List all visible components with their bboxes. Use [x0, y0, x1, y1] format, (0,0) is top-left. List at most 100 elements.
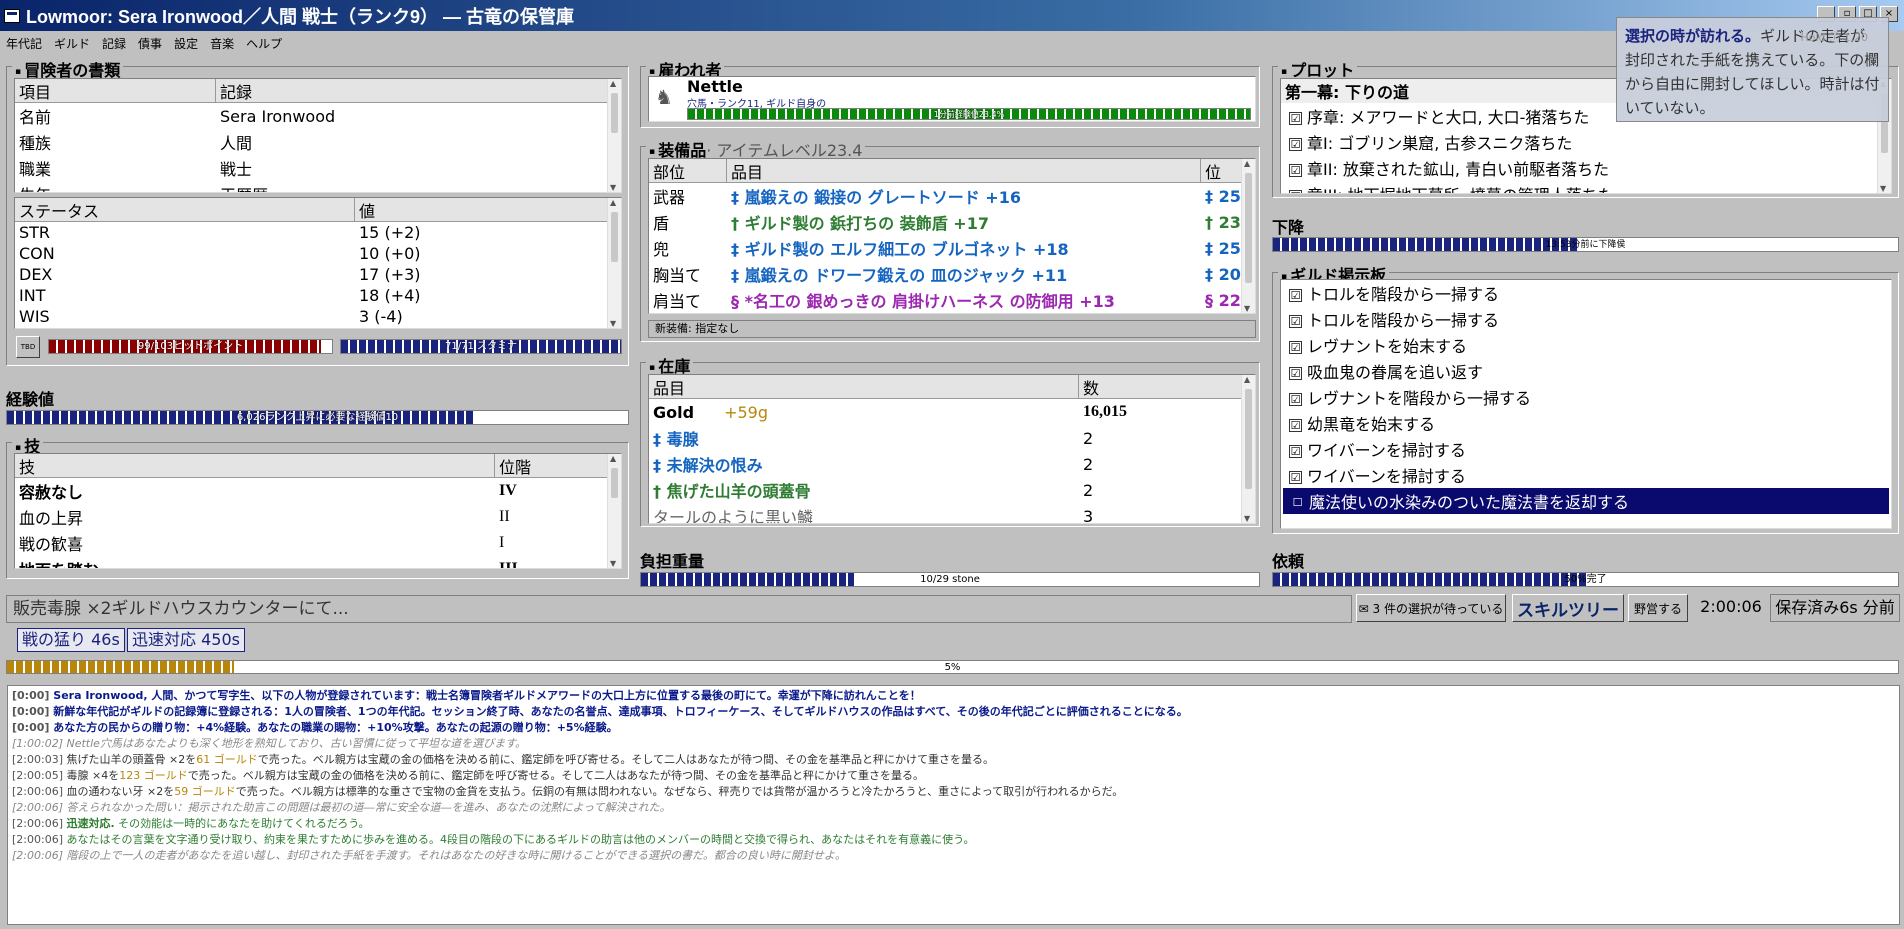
equip-row-shoulders[interactable]: 肩当て § *名工の 銀めっきの 肩掛けハーネス の防御用 +13 § 22: [649, 287, 1255, 313]
table-row[interactable]: STR 15 (+2): [15, 222, 621, 243]
plot-chapter[interactable]: ☑ 章II: 放棄された鉱山, 青白い前駆者落ちた: [1281, 155, 1891, 181]
quest-item[interactable]: ☑ トロルを階段から一掃する: [1281, 280, 1891, 306]
log-line: [2:00:03] 焦げた山羊の頭蓋骨 ×2を61 ゴールドで売った。ベル親方は…: [12, 753, 995, 766]
save-status: 保存済み6s 分前: [1770, 594, 1900, 622]
table-row[interactable]: 血の上昇 II: [15, 504, 621, 530]
quest-item[interactable]: ☑ トロルを階段から一掃する: [1281, 306, 1891, 332]
hired-name: Nettle: [687, 77, 743, 96]
dossier-scrollbar[interactable]: [607, 79, 621, 192]
request-text: 50%完了: [1564, 574, 1607, 585]
dossier-table: 項目記録 名前Sera Ironwood 種族人間 職業戦士 生年王暦歴: [14, 78, 622, 193]
menu-guild[interactable]: ギルド: [54, 35, 90, 52]
choice-tooltip[interactable]: Hold ⓘ 1.20 選択の時が訪れる。ギルドの走者が封印された手紙を携えてい…: [1616, 17, 1889, 122]
table-row[interactable]: INT 18 (+4): [15, 285, 621, 306]
inventory-row[interactable]: ‡ 未解決の恨み 2: [649, 451, 1255, 477]
choices-button[interactable]: ✉ 3 件の選択が待っている: [1356, 594, 1506, 622]
app-icon[interactable]: [4, 8, 20, 23]
experience-label: 経験値: [6, 390, 55, 409]
equip-row-chest[interactable]: 胸当て ‡ 嵐鍛えの ドワーフ鍛えの 皿のジャック +11 ‡ 20: [649, 261, 1255, 287]
col-header-value[interactable]: 値: [355, 198, 609, 221]
gold-amount: 123 ゴールド: [119, 769, 188, 782]
plot-chapter[interactable]: ☑章III: 地下堀地下墓所, 墳墓の管理人落ちた: [1281, 181, 1891, 193]
col-header-qty[interactable]: 数: [1079, 375, 1243, 398]
col-header-rank[interactable]: 位階: [495, 454, 609, 477]
log-line: [1:00:02] Nettle穴馬はあなたよりも深く地形を熟知しており、古い習…: [12, 737, 526, 750]
table-row[interactable]: 戦の歓喜 I: [15, 530, 621, 556]
inventory-scrollbar[interactable]: [1241, 375, 1255, 523]
col-header-stat[interactable]: ステータス: [15, 198, 355, 221]
log-line: [0:00] あなた方の民からの贈り物：+4%経験。あなたの職業の賜物：+10%…: [12, 721, 618, 734]
tbd-button[interactable]: TBD: [16, 336, 40, 358]
table-row[interactable]: DEX 17 (+3): [15, 264, 621, 285]
hired-card[interactable]: ♞ Nettle 穴馬・ランク11, ギルド自身の 1分前経験値23.4%: [648, 76, 1256, 122]
log-line: [0:00] Sera Ironwood, 人間、かつて写字生、以下の人物が登録…: [12, 689, 921, 702]
stats-scrollbar[interactable]: [607, 198, 621, 328]
checkbox-icon: ☑: [1289, 341, 1302, 354]
col-header-item[interactable]: 品目: [649, 375, 1079, 398]
equip-row-shield[interactable]: 盾 † ギルド製の 鋲打ちの 装飾盾 +17 † 23: [649, 209, 1255, 235]
descent-text: 13:53分前に下降侯: [1545, 240, 1626, 250]
window-title: Lowmoor: Sera Ironwood／人間 戦士（ランク9） ― 古竜の…: [26, 6, 575, 27]
tooltip-bg-text: Hold ⓘ 1.20: [1800, 31, 1868, 44]
buff-battle-fury[interactable]: 戦の猛り 46s: [17, 628, 125, 652]
table-row[interactable]: 種族 人間: [15, 129, 621, 155]
skill-tree-button[interactable]: スキルツリー: [1512, 594, 1624, 622]
camp-button[interactable]: 野営する: [1628, 594, 1688, 622]
col-header-slot[interactable]: 部位: [649, 159, 727, 182]
table-row[interactable]: 容赦なし IV: [15, 478, 621, 504]
log-line: [0:00] 新鮮な年代記がギルドの記録簿に登録される：1人の冒険者、1つの年代…: [12, 705, 1188, 718]
checkbox-icon: ☑: [1289, 190, 1302, 193]
hp-text: 99/103ヒットポイント: [137, 341, 244, 352]
quest-item-active[interactable]: ☐ 魔法使いの水染みのついた魔法書を返却する: [1283, 488, 1889, 514]
menu-records[interactable]: 記録: [102, 35, 126, 52]
table-row[interactable]: CON 10 (+0): [15, 243, 621, 264]
menu-settings[interactable]: 設定: [174, 35, 198, 52]
table-row[interactable]: 名前 Sera Ironwood: [15, 103, 621, 129]
quest-item[interactable]: ☑ レヴナントを階段から一掃する: [1281, 384, 1891, 410]
table-row[interactable]: 生年王暦歴: [15, 181, 621, 192]
buff-quick-response[interactable]: 迅速対応 450s: [127, 628, 245, 652]
hired-bar-text: 1分前経験値23.4%: [933, 110, 1005, 119]
menu-debts[interactable]: 債事: [138, 35, 162, 52]
event-log[interactable]: [0:00] Sera Ironwood, 人間、かつて写字生、以下の人物が登録…: [7, 685, 1900, 925]
menu-chronicle[interactable]: 年代記: [6, 35, 42, 52]
quest-item[interactable]: ☑ ワイバーンを掃討する: [1281, 462, 1891, 488]
quest-item[interactable]: ☑ 幼黒竜を始末する: [1281, 410, 1891, 436]
hp-bar: 99/103ヒットポイント: [48, 339, 333, 354]
table-row[interactable]: 職業 戦士: [15, 155, 621, 181]
inventory-row[interactable]: タールのように黒い鱗 3: [649, 503, 1255, 524]
status-text: 販売毒腺 ×2ギルドハウスカウンターにて...: [6, 595, 1352, 623]
quest-item[interactable]: ☑ レヴナントを始末する: [1281, 332, 1891, 358]
inventory-row-gold[interactable]: Gold +59g 16,015: [649, 399, 1255, 425]
menu-music[interactable]: 音楽: [210, 35, 234, 52]
stamina-text: 71/71 スタミナ: [445, 341, 517, 352]
equip-row-helm[interactable]: 兜 ‡ ギルド製の エルフ細工の ブルゴネット +18 ‡ 25: [649, 235, 1255, 261]
inventory-table: 品目数 Gold +59g 16,015 ‡ 毒腺 2 ‡ 未解決の恨み 2 † 焦げた…: [648, 374, 1256, 524]
equipment-scrollbar[interactable]: [1241, 159, 1255, 313]
gold-gain: +59g: [724, 402, 768, 422]
task-progress-bar: 5%: [6, 660, 1899, 674]
inventory-row[interactable]: ‡ 毒腺 2: [649, 425, 1255, 451]
table-row[interactable]: WIS 3 (-4): [15, 306, 621, 327]
checkbox-icon: ☑: [1289, 164, 1302, 177]
skills-scrollbar[interactable]: [607, 454, 621, 568]
menu-help[interactable]: ヘルプ: [246, 35, 282, 52]
inventory-row[interactable]: † 焦げた山羊の頭蓋骨 2: [649, 477, 1255, 503]
log-line: [2:00:06] 階段の上で一人の走者があなたを追い越し、封印された手紙を手渡…: [12, 849, 846, 862]
col-header-level[interactable]: 位: [1201, 159, 1243, 182]
checkbox-empty-icon: ☐: [1292, 496, 1303, 509]
log-line: [2:00:06] あなたはその言葉を文字通り受け取り、約束を果たすために歩みを…: [12, 833, 975, 846]
encumbrance-bar: 10/29 stone: [640, 572, 1260, 587]
plot-chapter[interactable]: ☑ 章I: ゴブリン巣窟, 古参スニク落ちた: [1281, 129, 1891, 155]
checkbox-icon: ☑: [1289, 315, 1302, 328]
log-line: [2:00:06] 迅速対応. その効能は一時的にあなたを助けてくれるだろう。: [12, 817, 370, 830]
col-header-record[interactable]: 記録: [216, 79, 609, 102]
col-header-field[interactable]: 項目: [15, 79, 216, 102]
quest-item[interactable]: ☑ ワイバーンを掃討する: [1281, 436, 1891, 462]
quest-item[interactable]: ☑ 吸血鬼の眷属を追い返す: [1281, 358, 1891, 384]
col-header-item[interactable]: 品目: [727, 159, 1201, 182]
equip-row-weapon[interactable]: 武器 ‡ 嵐鍛えの 鍛接の グレートソード +16 ‡ 25: [649, 183, 1255, 209]
col-header-skill[interactable]: 技: [15, 454, 495, 477]
descent-bar: 13:53分前に下降侯: [1272, 237, 1899, 252]
table-row[interactable]: 地面を踏むIII: [15, 556, 621, 568]
